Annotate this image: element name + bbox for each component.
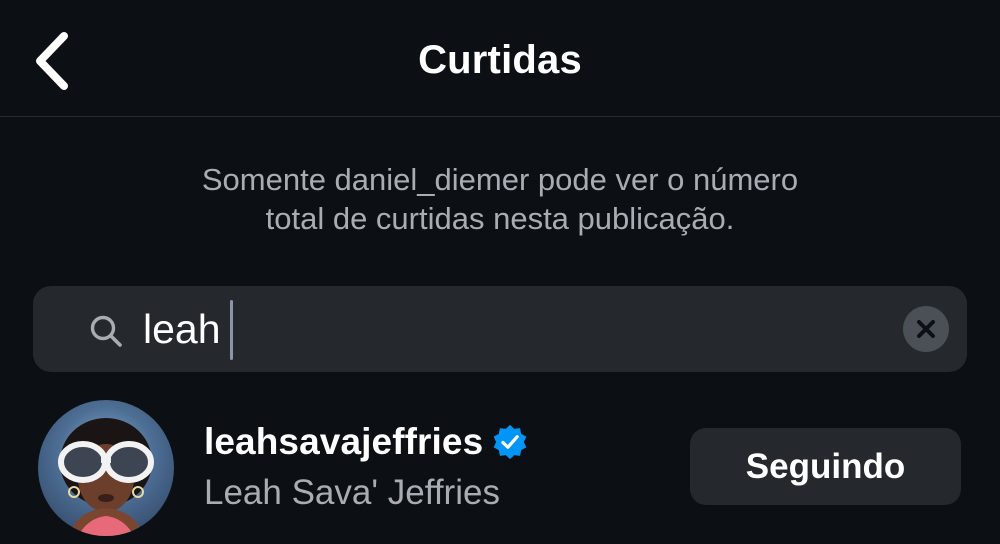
clear-icon — [917, 320, 935, 338]
likes-visibility-note: Somente daniel_diemer pode ver o número … — [100, 160, 900, 238]
text-caret — [230, 300, 233, 360]
search-bar — [33, 286, 967, 372]
note-line-1: Somente daniel_diemer pode ver o número — [201, 162, 799, 197]
likes-screen: Curtidas Somente daniel_diemer pode ver … — [0, 0, 1000, 544]
search-input[interactable] — [143, 300, 903, 358]
username-line: leahsavajeffries — [204, 421, 529, 463]
page-title: Curtidas — [418, 38, 582, 82]
following-button[interactable]: Seguindo — [690, 428, 961, 505]
search-icon — [90, 315, 122, 347]
clear-search-button[interactable] — [903, 306, 949, 352]
header: Curtidas — [0, 0, 1000, 117]
list-item[interactable]: leahsavajeffries Leah Sava' Jeffries Seg… — [0, 396, 1000, 544]
full-name: Leah Sava' Jeffries — [204, 473, 500, 512]
avatar[interactable] — [38, 400, 174, 536]
note-line-2: total de curtidas nesta publicação. — [265, 201, 735, 236]
avatar-image — [58, 418, 154, 536]
verified-badge-icon — [493, 424, 527, 460]
username[interactable]: leahsavajeffries — [204, 421, 483, 463]
